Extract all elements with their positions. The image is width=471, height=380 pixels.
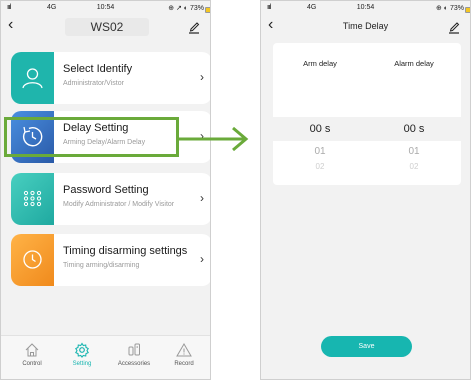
chevron-right-icon: ›: [200, 252, 204, 266]
select-identify-card[interactable]: Select Identify Administrator/Vistor ›: [11, 52, 210, 104]
battery-icon: [465, 7, 470, 13]
time-delay-screen: ıııl 4G 10:54 ⊕ ◐ 73% ‹ Time Delay Arm d…: [260, 0, 471, 380]
tab-record[interactable]: Record: [160, 342, 208, 367]
page-title: Time Delay: [342, 21, 389, 31]
status-bar: ıııl 4G 10:54 ⊕ ◐ 73%: [261, 1, 470, 15]
clock-icon: [11, 234, 54, 286]
arm-delay-option[interactable]: 01: [273, 146, 367, 157]
keypad-icon: [11, 173, 54, 225]
alarm-delay-option[interactable]: 02: [367, 162, 461, 171]
arm-delay-header: Arm delay: [303, 59, 337, 68]
card-title: Password Setting: [63, 184, 149, 196]
battery-status: ⊕ ↗ ◐ 73%: [168, 4, 210, 13]
tab-bar: Control Setting Accessories Record: [1, 335, 210, 379]
tab-label: Record: [174, 361, 194, 367]
timing-disarming-card[interactable]: Timing disarming settings Timing arming/…: [11, 234, 210, 286]
tab-setting[interactable]: Setting: [58, 342, 106, 367]
card-title: Select Identify: [63, 63, 133, 75]
nav-bar: ‹ WS02: [1, 15, 210, 39]
edit-icon[interactable]: [448, 20, 460, 34]
tab-accessories[interactable]: Accessories: [110, 342, 158, 367]
card-subtitle: Modify Administrator / Modify Visitor: [63, 201, 175, 208]
gear-icon: [75, 342, 89, 358]
arm-delay-option[interactable]: 02: [273, 162, 367, 171]
save-button[interactable]: Save: [321, 336, 412, 357]
card-subtitle: Timing arming/disarming: [63, 262, 140, 269]
arm-delay-selected[interactable]: 00 s: [273, 123, 367, 135]
settings-screen: ıııl 4G 10:54 ⊕ ↗ ◐ 73% ‹ WS02 Select Id…: [0, 0, 211, 380]
battery-text: ⊕ ◐ 73%: [436, 5, 464, 12]
warning-icon: [176, 343, 192, 357]
user-icon: [11, 52, 54, 104]
alarm-delay-header: Alarm delay: [394, 59, 434, 68]
battery-status: ⊕ ◐ 73%: [436, 4, 470, 13]
alarm-delay-option[interactable]: 01: [367, 146, 461, 157]
nav-bar: ‹ Time Delay: [261, 15, 470, 39]
delay-picker-panel[interactable]: Arm delay Alarm delay 00 s 00 s 01 01 02…: [273, 43, 461, 185]
chevron-right-icon: ›: [200, 191, 204, 205]
card-subtitle: Administrator/Vistor: [63, 80, 124, 87]
home-icon: [25, 343, 39, 357]
edit-icon[interactable]: [188, 20, 200, 34]
tab-label: Setting: [72, 361, 92, 367]
accessories-icon: [128, 343, 140, 356]
password-setting-card[interactable]: Password Setting Modify Administrator / …: [11, 173, 210, 225]
status-bar: ıııl 4G 10:54 ⊕ ↗ ◐ 73%: [1, 1, 210, 15]
back-button[interactable]: ‹: [8, 16, 13, 34]
highlight-box: [4, 117, 179, 157]
battery-icon: [205, 7, 210, 13]
alarm-delay-fade: [367, 177, 461, 179]
card-title: Timing disarming settings: [63, 245, 188, 257]
arm-delay-fade: [273, 177, 367, 179]
arrow-right-icon: [178, 126, 249, 152]
battery-text: ⊕ ↗ ◐ 73%: [168, 5, 204, 12]
tab-label: Accessories: [117, 361, 151, 367]
tab-control[interactable]: Control: [8, 342, 56, 367]
chevron-right-icon: ›: [200, 70, 204, 84]
page-title: WS02: [65, 18, 149, 36]
alarm-delay-selected[interactable]: 00 s: [367, 123, 461, 135]
tab-label: Control: [22, 361, 42, 367]
